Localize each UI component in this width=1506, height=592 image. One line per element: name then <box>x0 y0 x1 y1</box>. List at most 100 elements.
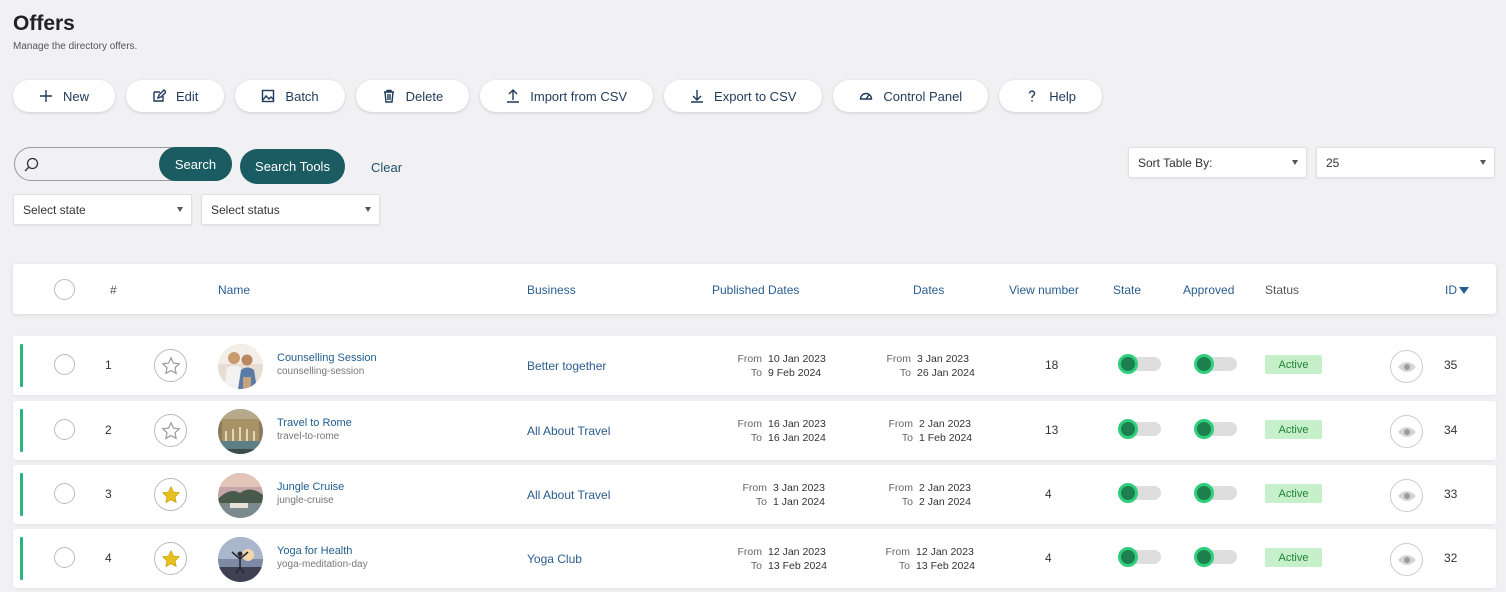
help-button-label: Help <box>1049 88 1076 104</box>
batch-button[interactable]: Batch <box>235 80 345 112</box>
offer-thumbnail <box>218 344 263 389</box>
eye-icon <box>1397 426 1416 437</box>
published-indicator <box>20 409 23 452</box>
search-input[interactable] <box>45 152 170 176</box>
delete-button[interactable]: Delete <box>355 80 470 112</box>
column-name[interactable]: Name <box>218 283 250 297</box>
featured-toggle[interactable] <box>154 414 187 447</box>
export-csv-button[interactable]: Export to CSV <box>664 80 823 112</box>
column-id[interactable]: ID <box>1445 283 1469 297</box>
offer-name-link[interactable]: Travel to Rome <box>277 417 352 429</box>
to-label: To <box>898 560 910 572</box>
toggle-knob <box>1194 483 1214 503</box>
table-row: 3 Jungle Cruise jungle-cruise All About … <box>13 465 1496 524</box>
featured-toggle[interactable] <box>154 349 187 382</box>
row-checkbox[interactable] <box>54 354 75 375</box>
column-business[interactable]: Business <box>527 283 576 297</box>
published-indicator <box>20 537 23 580</box>
state-toggle[interactable] <box>1118 354 1161 374</box>
column-status: Status <box>1265 283 1300 297</box>
chevron-down-icon <box>177 207 183 212</box>
offer-alias: counselling-session <box>277 366 365 377</box>
business-link[interactable]: All About Travel <box>527 488 610 502</box>
approved-toggle[interactable] <box>1194 547 1237 567</box>
from-label: From <box>737 353 763 365</box>
published-to: 16 Jan 2024 <box>768 432 826 444</box>
clear-link[interactable]: Clear <box>371 160 402 175</box>
eye-icon <box>1397 490 1416 501</box>
column-id-label: ID <box>1445 283 1457 297</box>
state-filter-select[interactable]: Select state <box>13 194 192 225</box>
control-panel-button-label: Control Panel <box>883 88 963 104</box>
published-from: 12 Jan 2023 <box>768 546 826 558</box>
featured-toggle[interactable] <box>154 478 187 511</box>
import-csv-button[interactable]: Import from CSV <box>480 80 654 112</box>
offer-alias: travel-to-rome <box>277 431 340 442</box>
published-indicator <box>20 344 23 387</box>
row-number: 4 <box>105 551 112 565</box>
search-button[interactable]: Search <box>159 147 232 181</box>
column-published-dates[interactable]: Published Dates <box>712 283 799 297</box>
business-link[interactable]: Better together <box>527 359 606 373</box>
download-icon <box>691 90 704 103</box>
state-toggle[interactable] <box>1118 547 1161 567</box>
published-dates: From 10 Jan 2023 To 9 Feb 2024 <box>734 352 826 380</box>
column-dates[interactable]: Dates <box>913 283 944 297</box>
date-from: 3 Jan 2023 <box>917 353 969 365</box>
date-from: 12 Jan 2023 <box>916 546 974 558</box>
from-label: From <box>737 546 763 558</box>
column-view-number[interactable]: View number <box>1009 283 1079 297</box>
control-panel-button[interactable]: Control Panel <box>833 80 989 112</box>
view-button[interactable] <box>1390 543 1423 576</box>
offer-dates: From 2 Jan 2023 To 2 Jan 2024 <box>885 481 971 509</box>
export-csv-button-label: Export to CSV <box>714 88 797 104</box>
help-button[interactable]: Help <box>999 80 1102 112</box>
column-approved[interactable]: Approved <box>1183 283 1234 297</box>
business-link[interactable]: All About Travel <box>527 424 610 438</box>
select-all-checkbox[interactable] <box>54 279 75 300</box>
offer-name-link[interactable]: Yoga for Health <box>277 545 352 557</box>
chevron-down-icon <box>1292 160 1298 165</box>
published-to: 13 Feb 2024 <box>768 560 827 572</box>
published-from: 3 Jan 2023 <box>773 482 825 494</box>
row-number: 2 <box>105 423 112 437</box>
approved-toggle[interactable] <box>1194 483 1237 503</box>
approved-toggle[interactable] <box>1194 419 1237 439</box>
view-button[interactable] <box>1390 479 1423 512</box>
row-checkbox[interactable] <box>54 483 75 504</box>
offer-name-link[interactable]: Counselling Session <box>277 352 377 364</box>
star-outline-icon <box>160 420 181 440</box>
business-link[interactable]: Yoga Club <box>527 552 582 566</box>
view-button[interactable] <box>1390 350 1423 383</box>
row-checkbox[interactable] <box>54 547 75 568</box>
offer-dates: From 12 Jan 2023 To 13 Feb 2024 <box>882 545 975 573</box>
featured-toggle[interactable] <box>154 542 187 575</box>
from-label: From <box>737 418 763 430</box>
toggle-knob <box>1194 354 1214 374</box>
plus-icon <box>40 90 52 102</box>
new-button[interactable]: New <box>13 80 116 112</box>
status-badge: Active <box>1265 548 1322 567</box>
edit-button-label: Edit <box>176 88 199 104</box>
state-toggle[interactable] <box>1118 419 1161 439</box>
view-button[interactable] <box>1390 415 1423 448</box>
row-checkbox[interactable] <box>54 419 75 440</box>
status-filter-select[interactable]: Select status <box>201 194 380 225</box>
offer-name-link[interactable]: Jungle Cruise <box>277 481 344 493</box>
sort-select[interactable]: Sort Table By: <box>1128 147 1307 178</box>
toggle-knob <box>1118 547 1138 567</box>
sort-desc-icon <box>1459 287 1469 295</box>
toggle-knob <box>1118 354 1138 374</box>
state-filter-value: Select state <box>23 202 86 217</box>
table-row: 2 Travel to Rome travel-to-rome All Abou… <box>13 401 1496 460</box>
state-toggle[interactable] <box>1118 483 1161 503</box>
per-page-select[interactable]: 25 <box>1316 147 1495 178</box>
column-state[interactable]: State <box>1113 283 1141 297</box>
edit-button[interactable]: Edit <box>126 80 225 112</box>
approved-toggle[interactable] <box>1194 354 1237 374</box>
published-indicator <box>20 473 23 516</box>
star-filled-icon <box>161 485 180 503</box>
search-tools-button[interactable]: Search Tools <box>240 149 345 184</box>
row-number: 1 <box>105 358 112 372</box>
date-from: 2 Jan 2023 <box>919 482 971 494</box>
